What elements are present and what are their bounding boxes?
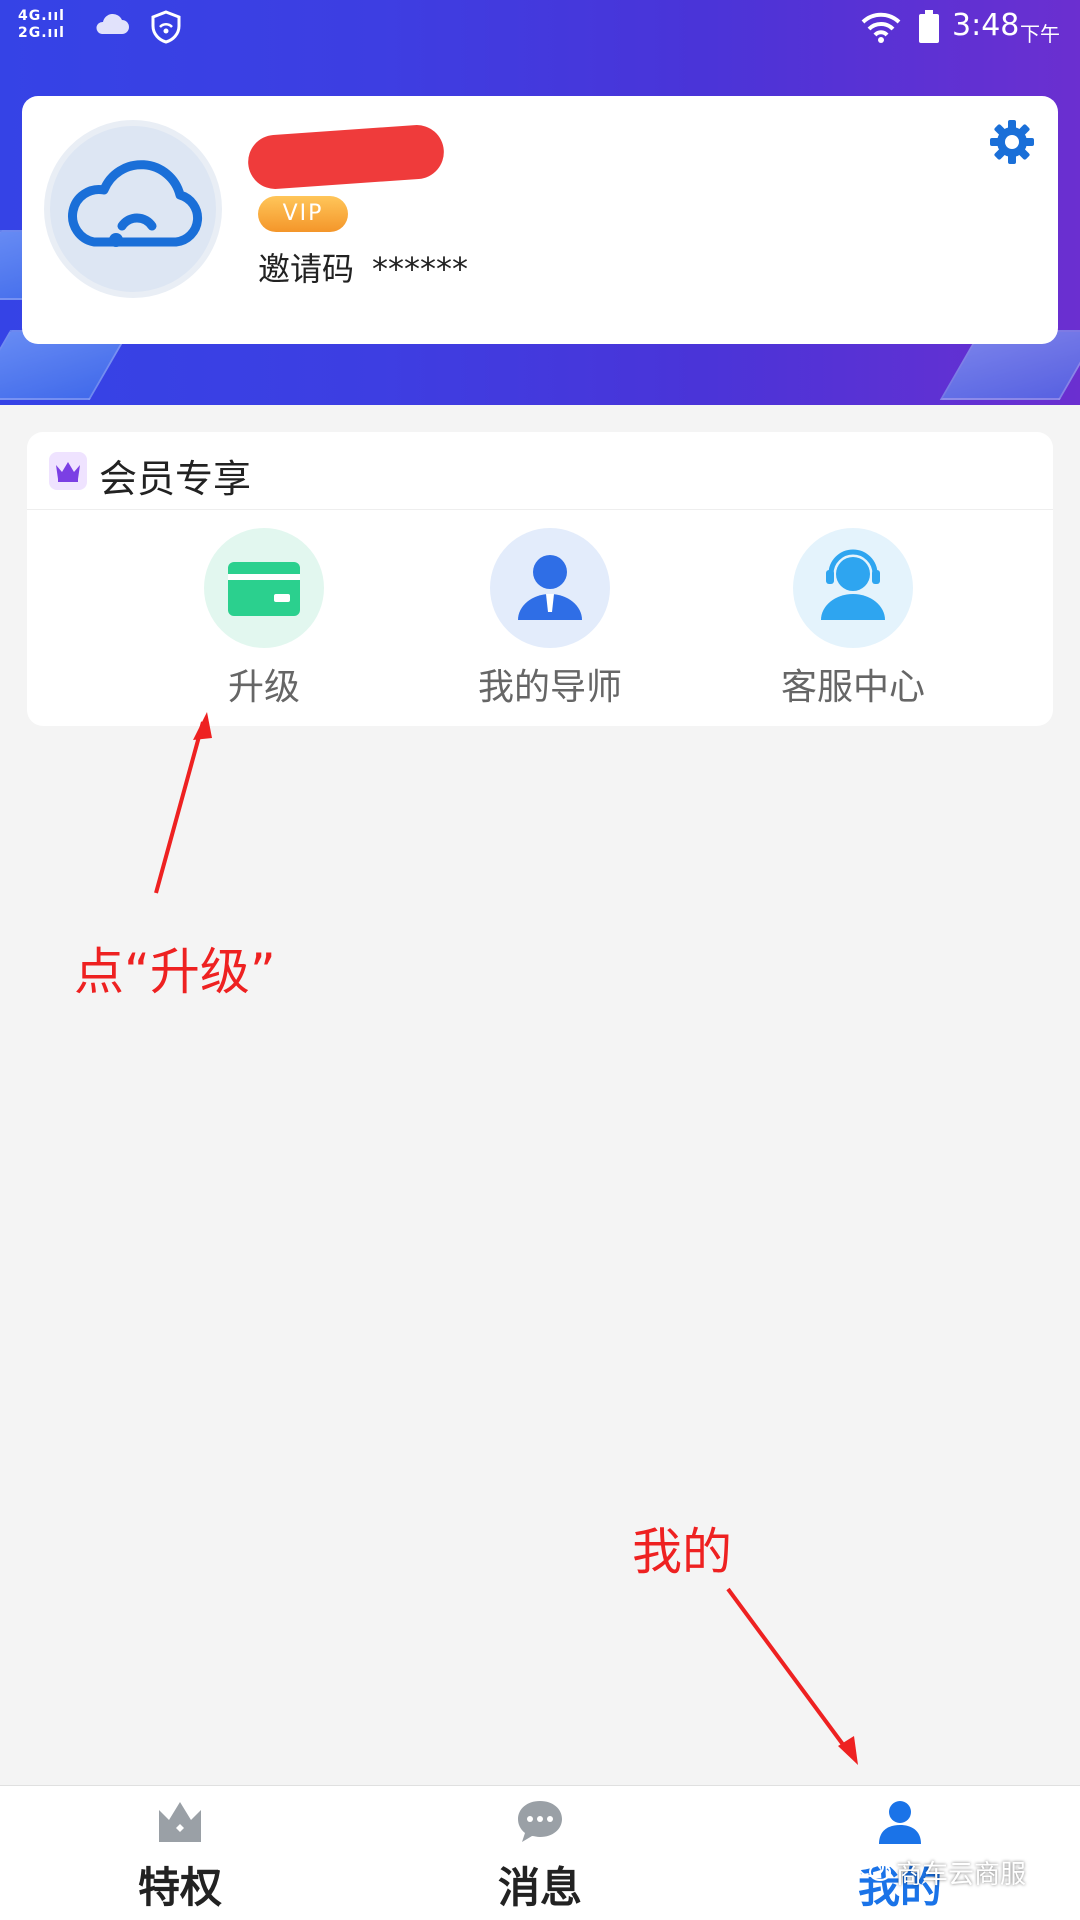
nav-tab-messages-label: 消息 — [497, 1863, 582, 1912]
arrow-to-upgrade — [154, 712, 212, 894]
crown-outline-icon — [159, 1802, 201, 1842]
annotation-tap-upgrade: 点“升级” — [74, 943, 276, 1001]
person-icon — [879, 1801, 921, 1844]
bottom-navigation: 特权 消息 我的 — [0, 1785, 1080, 1920]
wechat-icon — [858, 1857, 891, 1881]
nav-tab-privileges-label: 特权 — [137, 1863, 222, 1912]
watermark-text: 商车云商服 — [896, 1860, 1027, 1890]
annotation-mine: 我的 — [632, 1523, 732, 1581]
arrow-to-mine-tab — [726, 1587, 858, 1765]
nav-tab-privileges[interactable]: 特权 — [70, 1798, 290, 1915]
chat-bubble-icon — [518, 1801, 562, 1842]
nav-tab-messages[interactable]: 消息 — [430, 1798, 650, 1915]
